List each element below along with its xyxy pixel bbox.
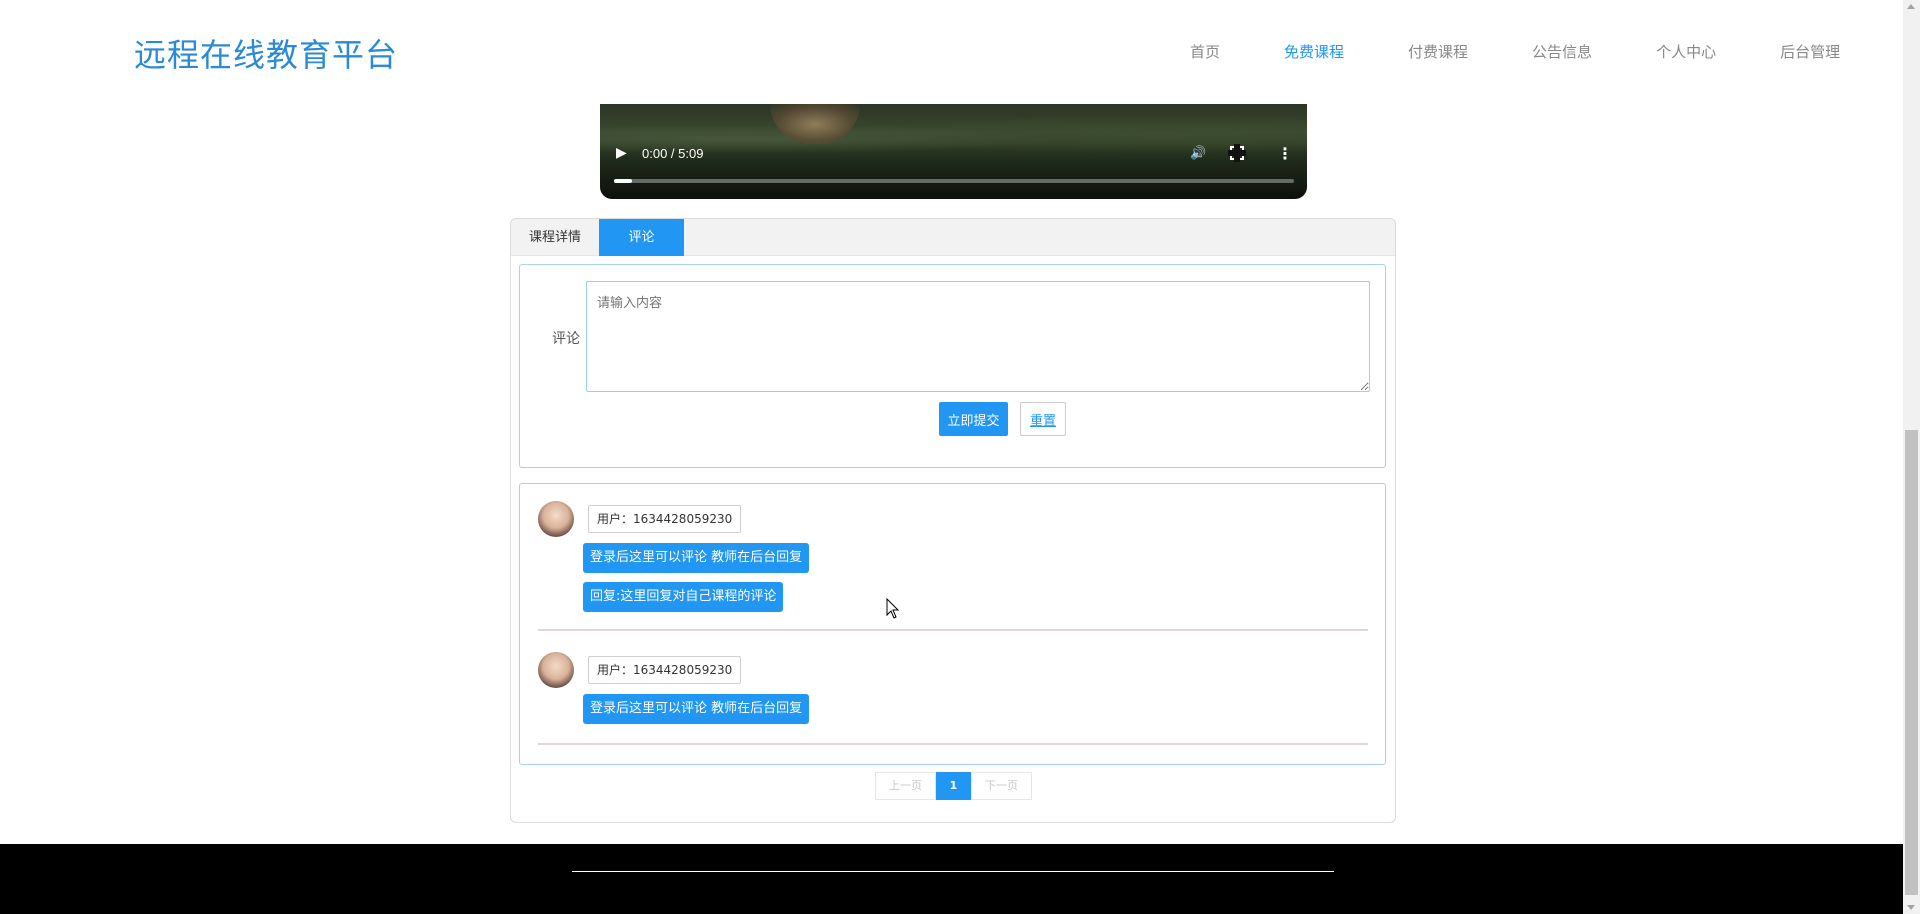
scrollbar-thumb[interactable]: [1905, 430, 1918, 895]
site-logo[interactable]: 远程在线教育平台: [134, 30, 398, 76]
mouse-cursor-icon: [886, 598, 900, 619]
course-tabs: 课程详情 评论: [511, 219, 1395, 256]
comment-content: 登录后这里可以评论 教师在后台回复: [583, 543, 810, 573]
comment-input[interactable]: [586, 281, 1370, 392]
submit-button[interactable]: 立即提交: [939, 402, 1008, 436]
more-vert-icon[interactable]: ⋮: [1277, 144, 1293, 163]
comment-divider: [538, 743, 1368, 745]
comment-user: 用户：1634428059230: [588, 505, 742, 533]
play-icon[interactable]: ▶: [616, 144, 627, 162]
avatar: [538, 652, 574, 688]
scroll-down-icon[interactable]: [1907, 905, 1915, 910]
course-panel: 课程详情 评论 评论 立即提交 重置 用户：1634428059230 登录后这…: [510, 218, 1396, 823]
nav-personal-center[interactable]: 个人中心: [1656, 41, 1716, 62]
pagination: 上一页 1 下一页: [875, 772, 1032, 800]
video-progress-bar[interactable]: [614, 179, 1294, 183]
nav-admin[interactable]: 后台管理: [1780, 41, 1840, 62]
tab-course-details[interactable]: 课程详情: [511, 219, 599, 256]
nav-announcements[interactable]: 公告信息: [1532, 41, 1592, 62]
video-progress-fill: [614, 179, 632, 183]
nav-free-courses[interactable]: 免费课程: [1284, 41, 1344, 62]
fullscreen-icon[interactable]: [1228, 144, 1246, 162]
prev-page-button[interactable]: 上一页: [875, 772, 936, 800]
comment-label: 评论: [552, 331, 580, 347]
avatar: [538, 501, 574, 537]
tab-comments[interactable]: 评论: [599, 219, 685, 256]
reset-button[interactable]: 重置: [1020, 402, 1066, 436]
page-1-button[interactable]: 1: [936, 772, 971, 800]
comment-divider: [538, 629, 1368, 631]
footer-divider: [572, 871, 1334, 872]
scroll-up-icon[interactable]: [1907, 4, 1915, 9]
comments-list: 用户：1634428059230 登录后这里可以评论 教师在后台回复 回复:这里…: [519, 483, 1386, 765]
nav-paid-courses[interactable]: 付费课程: [1408, 41, 1468, 62]
comment-user: 用户：1634428059230: [588, 656, 742, 684]
site-header: 远程在线教育平台 首页 免费课程 付费课程 公告信息 个人中心 后台管理: [0, 0, 1903, 104]
video-time: 0:00 / 5:09: [642, 145, 704, 161]
comment-reply: 回复:这里回复对自己课程的评论: [583, 582, 784, 612]
comment-content: 登录后这里可以评论 教师在后台回复: [583, 694, 810, 724]
site-footer: [0, 844, 1903, 914]
video-player[interactable]: ▶ 0:00 / 5:09 🔊 ⋮: [600, 104, 1307, 199]
main-nav: 首页 免费课程 付费课程 公告信息 个人中心 后台管理: [1190, 41, 1840, 62]
comment-form: 评论 立即提交 重置: [519, 264, 1386, 468]
volume-icon[interactable]: 🔊: [1190, 144, 1206, 162]
page-scrollbar[interactable]: [1903, 0, 1920, 914]
next-page-button[interactable]: 下一页: [971, 772, 1032, 800]
nav-home[interactable]: 首页: [1190, 41, 1220, 62]
